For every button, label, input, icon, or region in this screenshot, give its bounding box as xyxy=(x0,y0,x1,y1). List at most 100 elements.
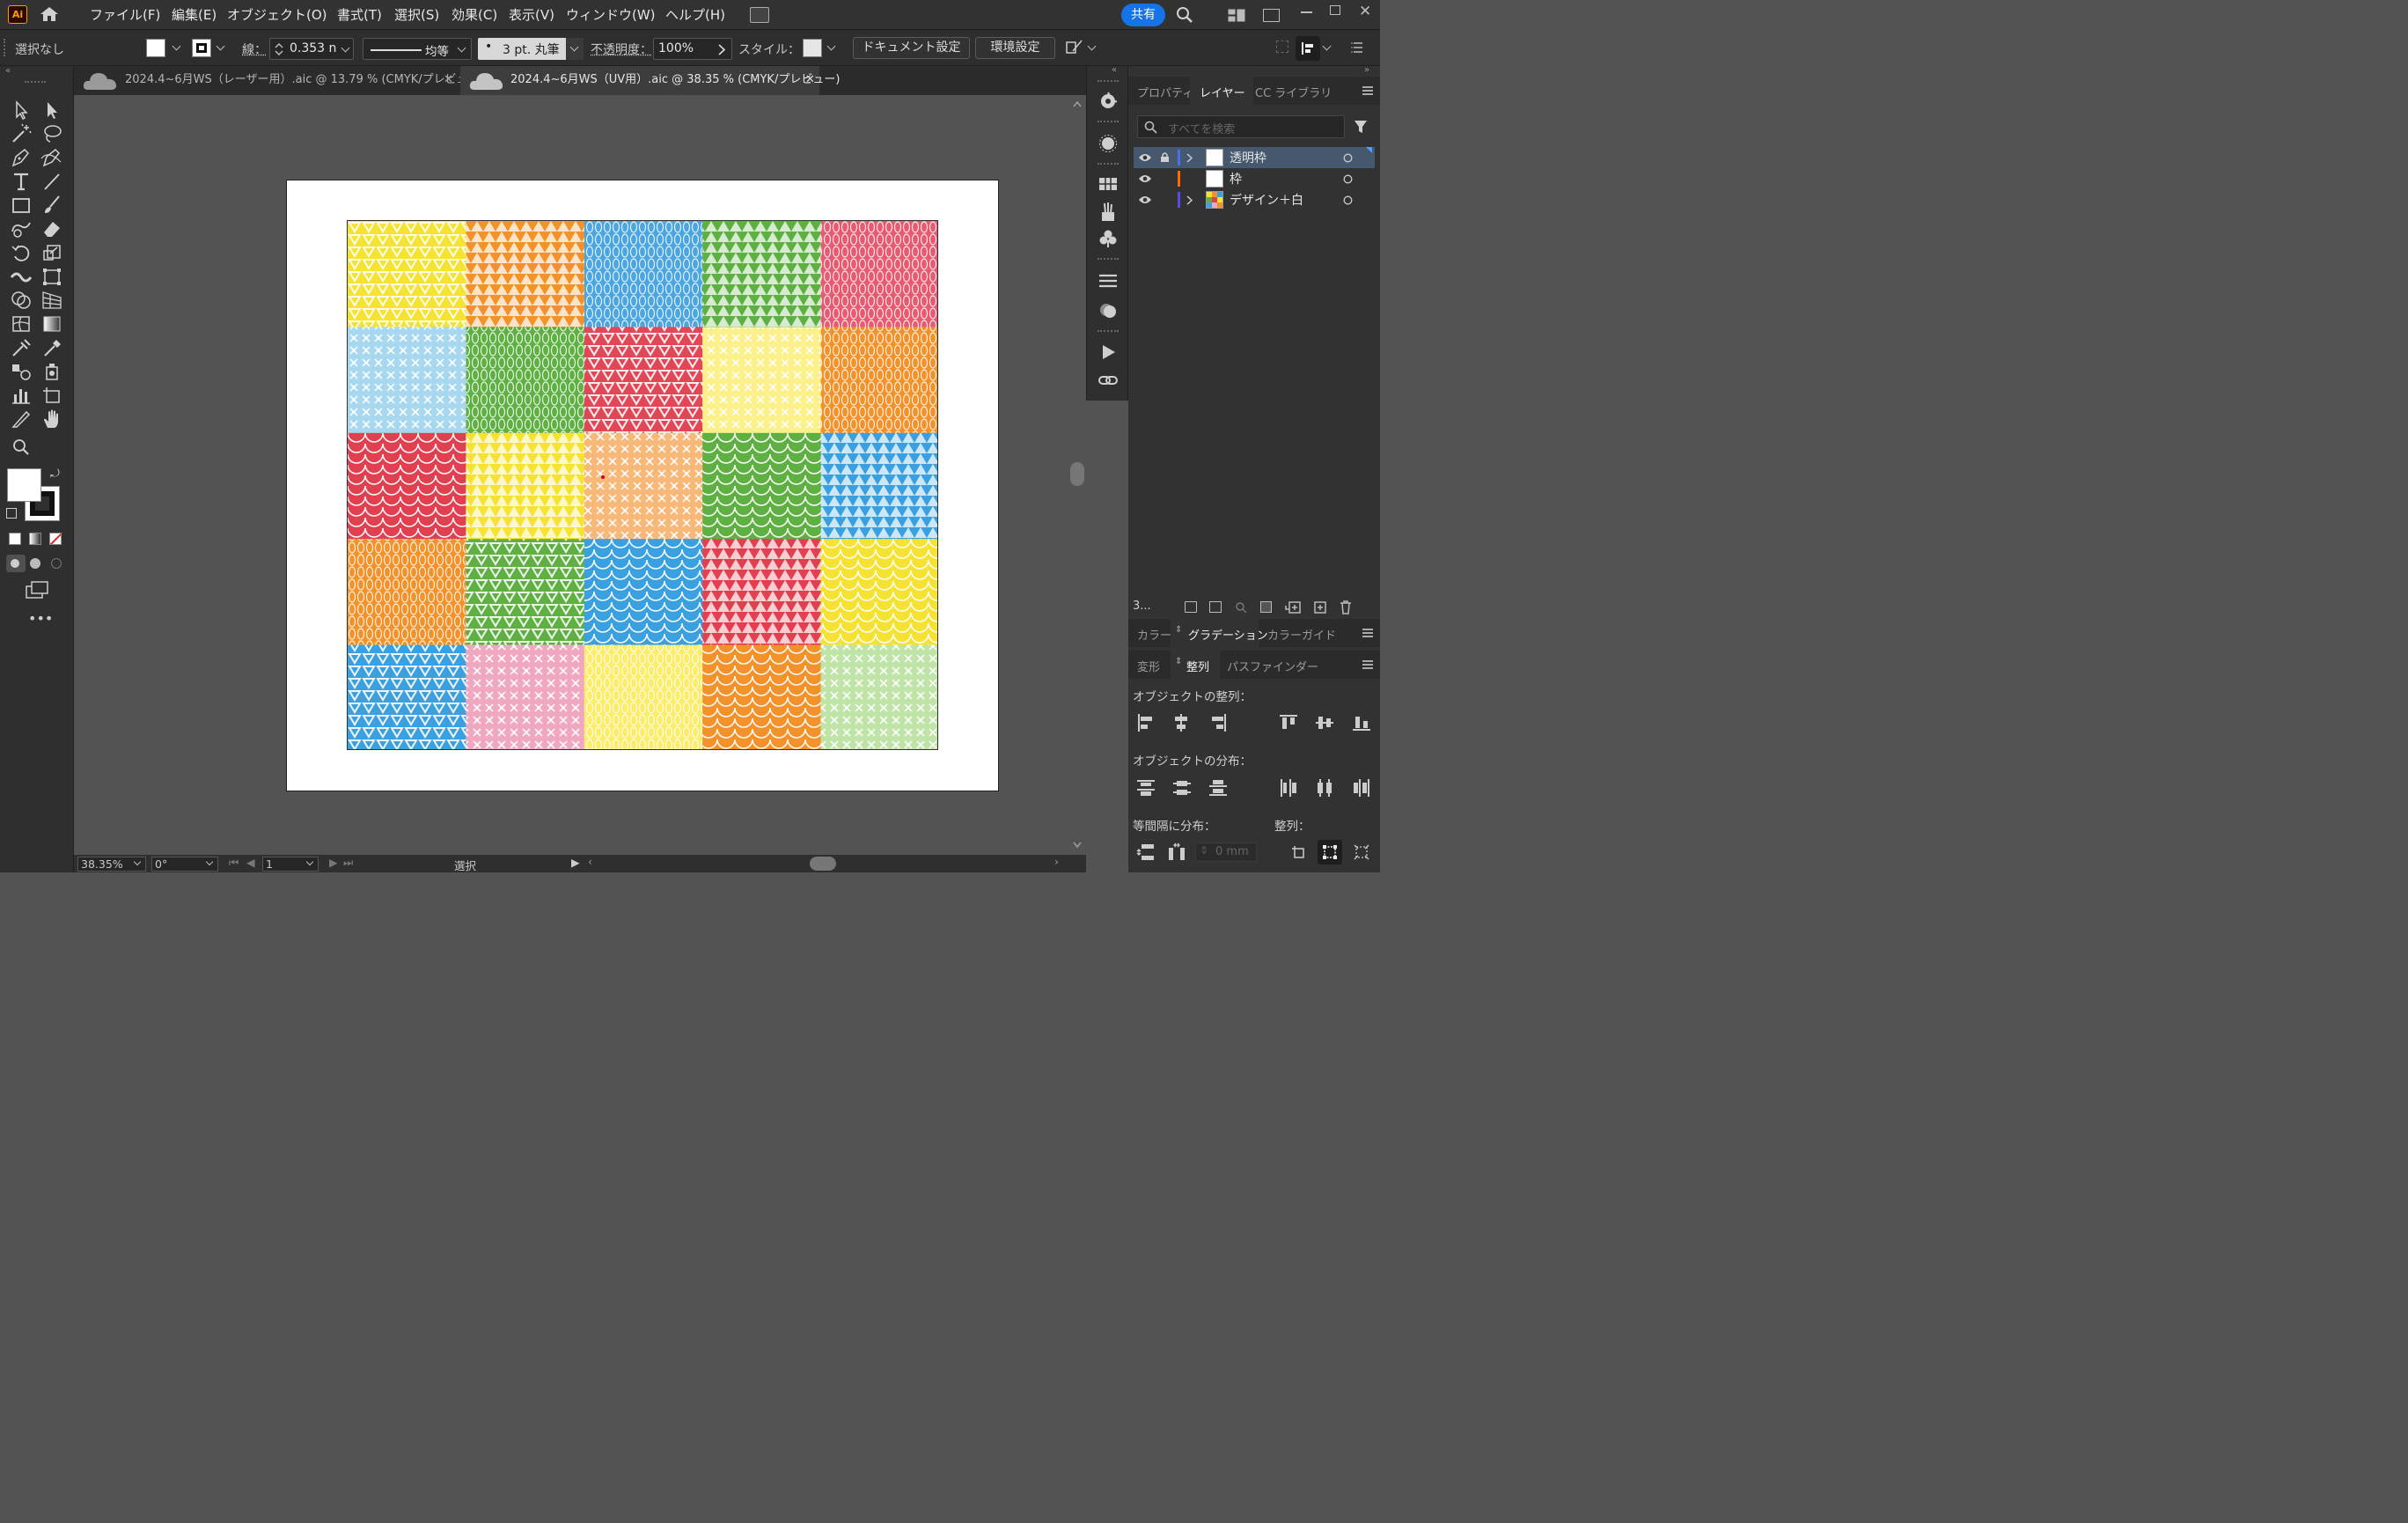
draw-inside-icon[interactable] xyxy=(51,558,62,569)
artwork-grid[interactable] xyxy=(347,220,938,750)
stroke-weight-input[interactable]: 0.353 n xyxy=(269,38,354,60)
lock-toggle-empty[interactable] xyxy=(1158,172,1171,186)
preferences-button[interactable]: 環境設定 xyxy=(975,37,1055,59)
share-button[interactable]: 共有 xyxy=(1121,4,1165,26)
tab-gradient[interactable]: グラデーション ⇕ xyxy=(1171,619,1268,647)
target-circle-icon[interactable] xyxy=(1343,153,1353,163)
line-segment-tool-icon[interactable] xyxy=(40,170,64,193)
symbols-icon[interactable] xyxy=(1098,228,1119,249)
align-vertical-center-icon[interactable] xyxy=(1315,714,1334,732)
screen-mode-icon[interactable] xyxy=(26,581,48,599)
align-panel-menu-icon[interactable] xyxy=(1362,660,1373,669)
opacity-input[interactable]: 100% xyxy=(653,38,732,60)
align-top-icon[interactable] xyxy=(1279,714,1298,732)
create-sublayer-icon[interactable] xyxy=(1285,601,1301,614)
actions-icon[interactable] xyxy=(1098,342,1119,363)
paintbrush-tool-icon[interactable] xyxy=(40,194,64,217)
close-icon[interactable]: ✕ xyxy=(1359,3,1371,20)
appearance-icon[interactable] xyxy=(1098,133,1119,154)
layer-row[interactable]: 枠 xyxy=(1134,168,1375,189)
artboard-dropdown-icon[interactable] xyxy=(305,857,314,866)
tab-uv-doc[interactable]: 2024.4~6月WS（UV用）.aic @ 38.35 % (CMYK/プレビ… xyxy=(460,66,840,95)
draw-normal-icon[interactable] xyxy=(6,555,26,572)
control-menu-icon[interactable] xyxy=(1351,41,1363,54)
lock-icon[interactable] xyxy=(1160,151,1170,163)
pattern-tile[interactable] xyxy=(702,221,822,327)
opacity-label[interactable]: 不透明度： xyxy=(591,40,652,58)
distribute-right-icon[interactable] xyxy=(1352,778,1371,798)
distribute-horizontal-center-icon[interactable] xyxy=(1315,778,1334,798)
profile-dropdown-icon[interactable] xyxy=(457,43,466,53)
tab-transform[interactable]: 変形 xyxy=(1137,658,1160,674)
pattern-tile[interactable] xyxy=(820,644,938,750)
layers-search-input[interactable]: すべてを検索 xyxy=(1137,115,1345,138)
layer-row[interactable]: 透明枠 xyxy=(1134,147,1375,168)
vertical-scroll-thumb[interactable] xyxy=(1070,462,1084,486)
layer-row[interactable]: デザイン＋白 xyxy=(1134,189,1375,210)
artboard-tool-icon[interactable] xyxy=(40,384,64,407)
fill-color-swatch[interactable] xyxy=(7,468,41,502)
last-artboard-icon[interactable]: ⏭ xyxy=(343,856,353,870)
layer-name[interactable]: 透明枠 xyxy=(1230,149,1266,166)
pattern-tile[interactable] xyxy=(348,327,466,434)
none-mode-icon[interactable] xyxy=(49,533,62,545)
blend-tool-icon[interactable] xyxy=(9,360,33,383)
rotation-dropdown-icon[interactable] xyxy=(205,857,214,866)
pattern-tile[interactable] xyxy=(584,432,703,540)
expand-chevron-icon[interactable] xyxy=(1186,195,1193,205)
collapse-toolbar-icon[interactable]: « xyxy=(5,66,11,76)
pattern-tile[interactable] xyxy=(702,327,822,434)
previous-artboard-icon[interactable]: ◀ xyxy=(246,856,255,869)
selection-tool-icon[interactable] xyxy=(9,99,33,121)
align-left-icon[interactable] xyxy=(1137,713,1155,732)
arrange-icon[interactable] xyxy=(1066,39,1083,56)
brush-definition[interactable]: • 3 pt. 丸筆 xyxy=(478,38,584,60)
next-artboard-icon[interactable]: ▶ xyxy=(329,856,338,869)
color-panel-menu-icon[interactable] xyxy=(1362,629,1373,637)
panel-menu-icon[interactable] xyxy=(1362,86,1373,95)
pattern-tile[interactable] xyxy=(820,432,938,540)
pattern-tile[interactable] xyxy=(820,327,938,434)
variable-width-profile[interactable]: 均等 xyxy=(363,38,472,60)
pattern-tile[interactable] xyxy=(348,539,466,646)
canvas-area[interactable] xyxy=(74,95,1086,855)
zoom-tool-icon[interactable] xyxy=(9,436,33,459)
layer-name[interactable]: デザイン＋白 xyxy=(1230,191,1303,209)
home-icon[interactable] xyxy=(39,5,60,23)
mesh-tool-icon[interactable] xyxy=(9,313,33,335)
gradient-mode-icon[interactable] xyxy=(29,533,41,545)
transparency-icon[interactable] xyxy=(1098,299,1119,320)
first-artboard-icon[interactable]: ⏮ xyxy=(229,856,239,870)
pattern-tile[interactable] xyxy=(584,539,703,646)
locate-object-icon[interactable] xyxy=(1235,601,1247,614)
eyedropper-alt-tool-icon[interactable] xyxy=(40,336,64,359)
tab-align[interactable]: 整列 ⇕ xyxy=(1171,651,1220,679)
make-clipping-mask-icon[interactable] xyxy=(1260,601,1272,613)
distribute-bottom-icon[interactable] xyxy=(1208,778,1228,798)
panel-layout-icon[interactable] xyxy=(1263,9,1280,22)
align-horizontal-center-icon[interactable] xyxy=(1172,713,1190,732)
rotation-select[interactable]: 0° xyxy=(151,857,218,872)
distribute-left-icon[interactable] xyxy=(1279,778,1298,798)
swap-colors-icon[interactable]: ⤾ xyxy=(50,467,60,481)
rectangle-tool-icon[interactable] xyxy=(9,194,33,217)
status-menu-icon[interactable]: ▶ xyxy=(571,856,580,869)
visibility-eye-icon[interactable] xyxy=(1138,152,1152,163)
pen-tool-icon[interactable] xyxy=(9,146,33,169)
color-mode-icon[interactable] xyxy=(9,533,21,545)
tab-laser-doc[interactable]: 2024.4~6月WS（レーザー用）.aic @ 13.79 % (CMYK/プ… xyxy=(74,66,484,95)
swatches-icon[interactable] xyxy=(1098,174,1119,194)
links-icon[interactable] xyxy=(1098,370,1119,391)
layer-name[interactable]: 枠 xyxy=(1230,170,1242,188)
magic-wand-tool-icon[interactable] xyxy=(9,122,33,145)
tab-uv-close-icon[interactable]: ✕ xyxy=(805,66,815,93)
symbol-sprayer-tool-icon[interactable] xyxy=(40,360,64,383)
tab-color-guide[interactable]: カラーガイド xyxy=(1267,626,1336,643)
lock-toggle-empty[interactable] xyxy=(1158,193,1171,207)
pattern-tile[interactable] xyxy=(466,432,585,540)
align-to-artboard-icon[interactable] xyxy=(1354,844,1369,860)
search-icon[interactable] xyxy=(1176,6,1193,24)
menu-effect[interactable]: 効果(C) xyxy=(452,5,497,24)
pattern-tile[interactable] xyxy=(702,432,822,540)
graphic-style-swatch[interactable] xyxy=(803,39,822,57)
